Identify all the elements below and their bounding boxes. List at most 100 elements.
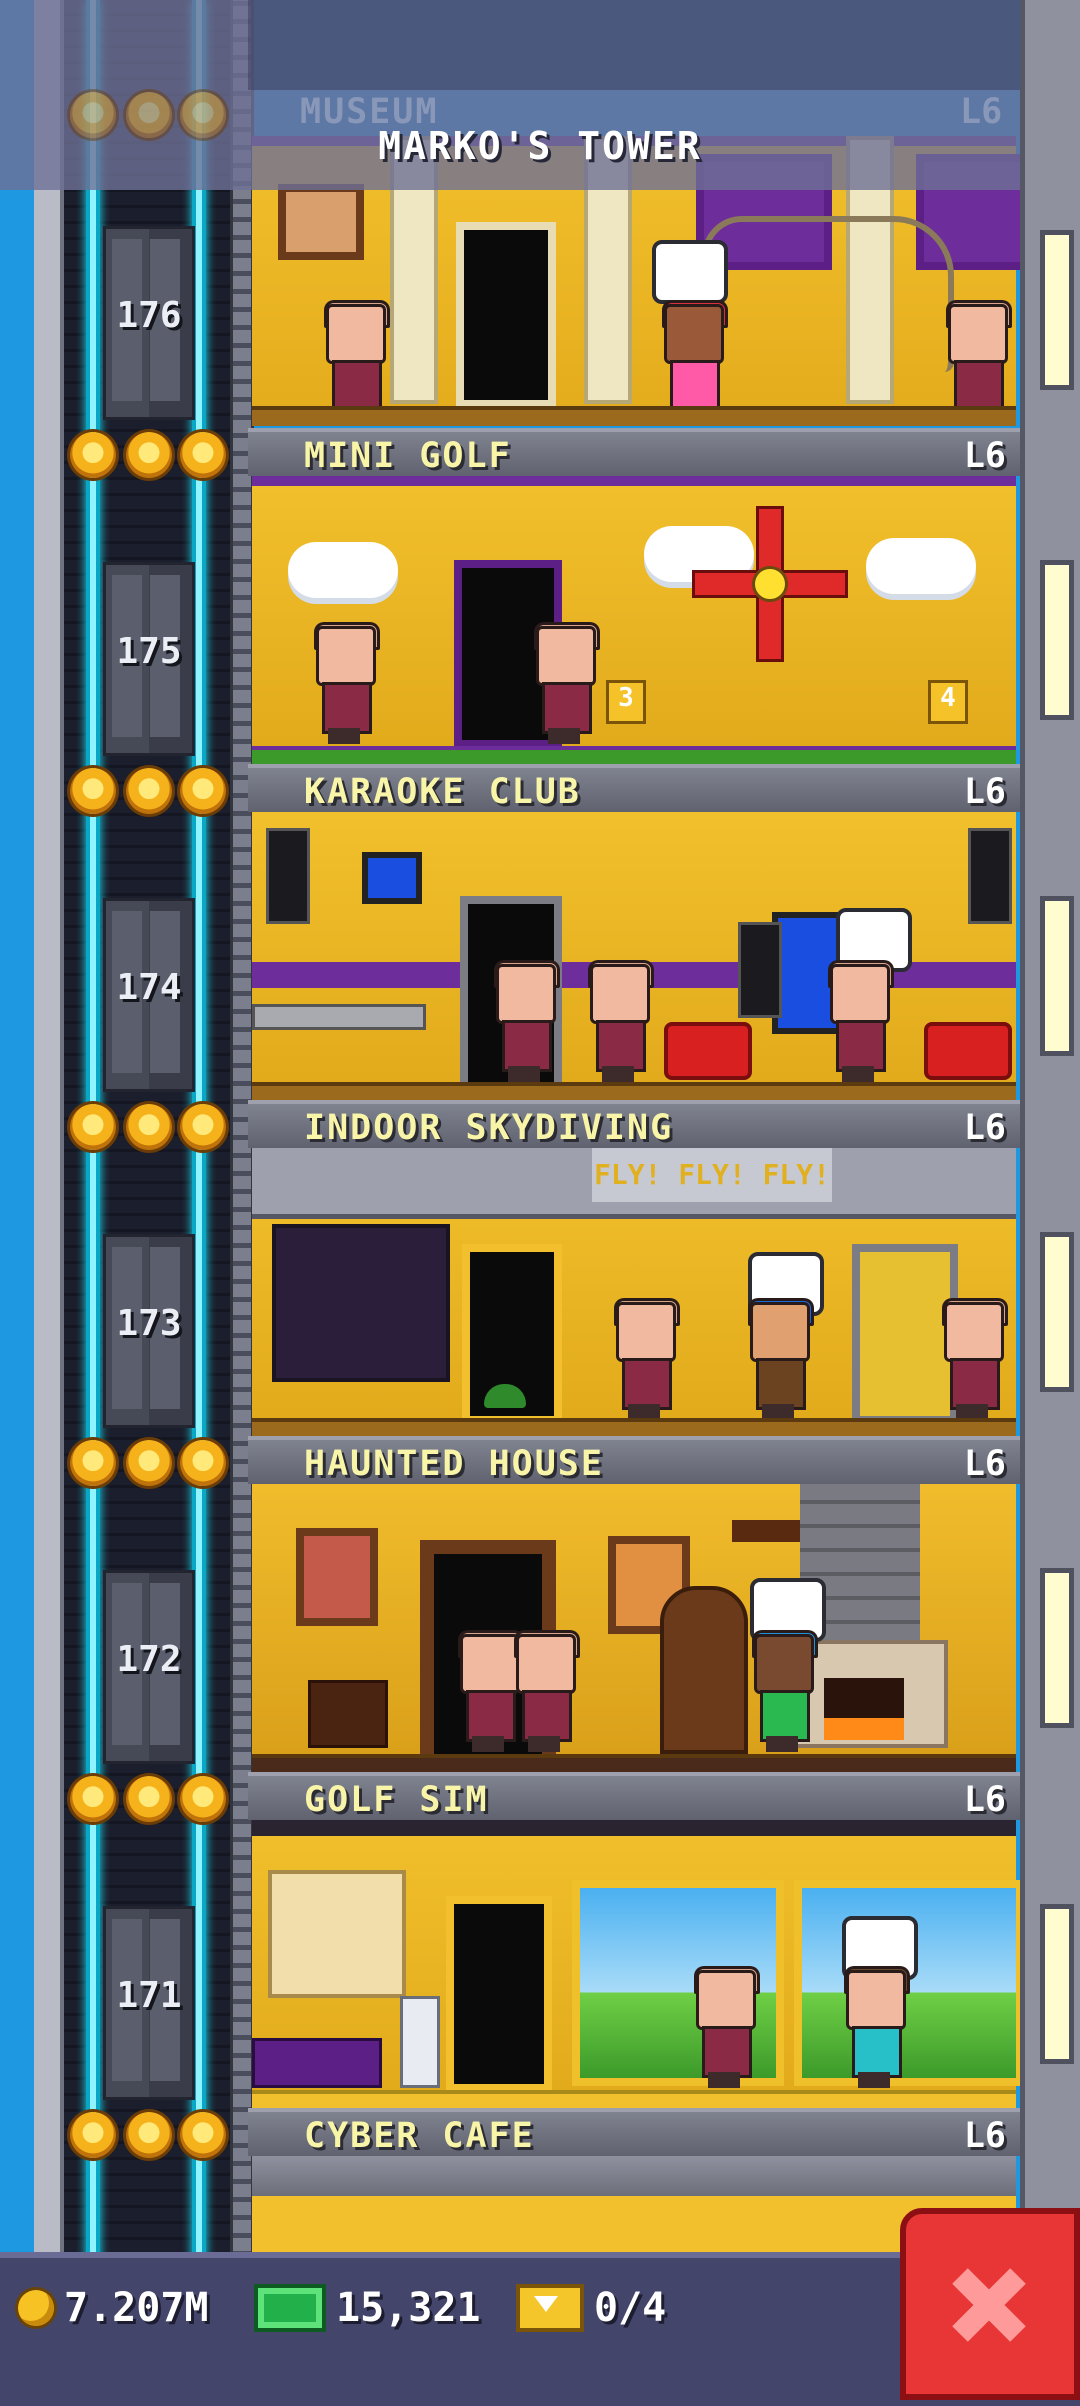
- hole-sign-3: 3: [606, 680, 646, 724]
- floor-stars: [70, 1776, 230, 1826]
- side-window: [1040, 1904, 1074, 2064]
- previous-room-shadow: [248, 0, 1020, 90]
- side-table: [308, 1680, 388, 1748]
- visitor[interactable]: [746, 1630, 818, 1754]
- bitizen-singer[interactable]: [822, 960, 894, 1084]
- bitizen[interactable]: [308, 622, 380, 746]
- floor-level: L6: [963, 1780, 1006, 1820]
- room-haunted-house[interactable]: [248, 1484, 1020, 1774]
- room-indoor-skydiving[interactable]: FLY! FLY! FLY!: [248, 1148, 1020, 1438]
- elevator-door-175[interactable]: 175: [103, 562, 195, 756]
- bitizen[interactable]: [582, 960, 654, 1084]
- bitizen[interactable]: [608, 1298, 680, 1422]
- floor-level: L6: [963, 2116, 1006, 2156]
- side-window: [1040, 896, 1074, 1056]
- bitizen[interactable]: [936, 1298, 1008, 1422]
- room-golf-sim[interactable]: [248, 1820, 1020, 2110]
- floor-number: 173: [116, 1303, 182, 1344]
- floor-number: 171: [116, 1975, 182, 2016]
- floor-number: 175: [116, 631, 182, 672]
- floor-level: L6: [963, 1108, 1006, 1148]
- star-icon: [70, 432, 116, 478]
- helmet-shelf: [272, 1224, 450, 1382]
- visitor[interactable]: [742, 1298, 814, 1422]
- coin-icon: [18, 2290, 54, 2326]
- side-window: [1040, 560, 1074, 720]
- windmill: [692, 506, 848, 662]
- bitizen[interactable]: [528, 622, 600, 746]
- coin-value: 7.207M: [64, 2285, 209, 2331]
- bux-value: 15,321: [336, 2285, 481, 2331]
- speaker: [968, 828, 1012, 924]
- ticket-value: 0/4: [594, 2285, 667, 2331]
- bitizen[interactable]: [488, 960, 560, 1084]
- dinosaur-skeleton: [702, 216, 954, 372]
- speaker: [738, 922, 782, 1018]
- floor-banner-karaoke-club[interactable]: KARAOKE CLUB L6: [248, 764, 1020, 812]
- star-icon: [126, 1440, 172, 1486]
- sky-background: [0, 0, 34, 2400]
- floor-name: GOLF SIM: [304, 1780, 489, 1820]
- floor-number: 172: [116, 1639, 182, 1680]
- tower-name: MARKO'S TOWER: [378, 124, 702, 168]
- cloud-decoration: [866, 538, 976, 594]
- floor-name: KARAOKE CLUB: [304, 772, 581, 812]
- star-icon: [70, 2112, 116, 2158]
- visitor[interactable]: [838, 1966, 910, 2090]
- floor-stars: [70, 768, 230, 818]
- room-mini-golf[interactable]: 3 4: [248, 476, 1020, 766]
- star-icon: [180, 768, 226, 814]
- star-icon: [70, 1104, 116, 1150]
- floor-stars: [70, 1104, 230, 1154]
- star-icon: [126, 1104, 172, 1150]
- star-icon: [126, 432, 172, 478]
- elevator-door-172[interactable]: 172: [103, 1570, 195, 1764]
- bitizen[interactable]: [508, 1630, 580, 1754]
- floor-stars: [70, 2112, 230, 2162]
- floor-banner-mini-golf[interactable]: MINI GOLF L6: [248, 428, 1020, 476]
- painting: [278, 184, 364, 260]
- grandfather-clock: [660, 1586, 748, 1754]
- skydiving-marquee: FLY! FLY! FLY!: [592, 1148, 832, 1202]
- close-button[interactable]: [900, 2208, 1080, 2400]
- floor-name: CYBER CAFE: [304, 2116, 535, 2156]
- water-cooler: [400, 1996, 440, 2088]
- bux-counter[interactable]: 15,321: [254, 2278, 481, 2338]
- floor-banner-golf-sim[interactable]: GOLF SIM L6: [248, 1772, 1020, 1820]
- elevator-door-176[interactable]: 176: [103, 226, 195, 420]
- floor-banner-haunted-house[interactable]: HAUNTED HOUSE L6: [248, 1436, 1020, 1484]
- room-door: [456, 222, 556, 408]
- sofa: [664, 1022, 752, 1080]
- tower-wall: [34, 0, 64, 2400]
- side-window: [1040, 1232, 1074, 1392]
- floor-banner-cyber-cafe[interactable]: CYBER CAFE L6: [248, 2108, 1020, 2156]
- floor-stars: [70, 1440, 230, 1490]
- room-door: [446, 1896, 552, 2092]
- speaker: [266, 828, 310, 924]
- star-icon: [180, 2112, 226, 2158]
- bar-counter: [252, 1004, 426, 1030]
- star-icon: [126, 2112, 172, 2158]
- star-icon: [180, 1440, 226, 1486]
- floor-banner-indoor-skydiving[interactable]: INDOOR SKYDIVING L6: [248, 1100, 1020, 1148]
- ticket-counter[interactable]: 0/4: [516, 2278, 666, 2338]
- visitor-thought-bubble[interactable]: [652, 240, 728, 304]
- elevator-door-171[interactable]: 171: [103, 1906, 195, 2100]
- ticket-icon: [516, 2284, 584, 2332]
- floor-name: HAUNTED HOUSE: [304, 1444, 604, 1484]
- floor-stars: [70, 432, 230, 482]
- coin-counter[interactable]: 7.207M: [18, 2278, 209, 2338]
- star-icon: [126, 768, 172, 814]
- elevator-rail-left: [86, 0, 100, 2400]
- star-icon: [180, 432, 226, 478]
- floor-number: 174: [116, 967, 182, 1008]
- elevator-door-173[interactable]: 173: [103, 1234, 195, 1428]
- floor-level: L6: [963, 772, 1006, 812]
- sofa: [924, 1022, 1012, 1080]
- bitizen[interactable]: [688, 1966, 760, 2090]
- cloud-decoration: [288, 542, 398, 598]
- room-karaoke-club[interactable]: [248, 812, 1020, 1102]
- elevator-door-174[interactable]: 174: [103, 898, 195, 1092]
- star-icon: [180, 1104, 226, 1150]
- star-icon: [126, 1776, 172, 1822]
